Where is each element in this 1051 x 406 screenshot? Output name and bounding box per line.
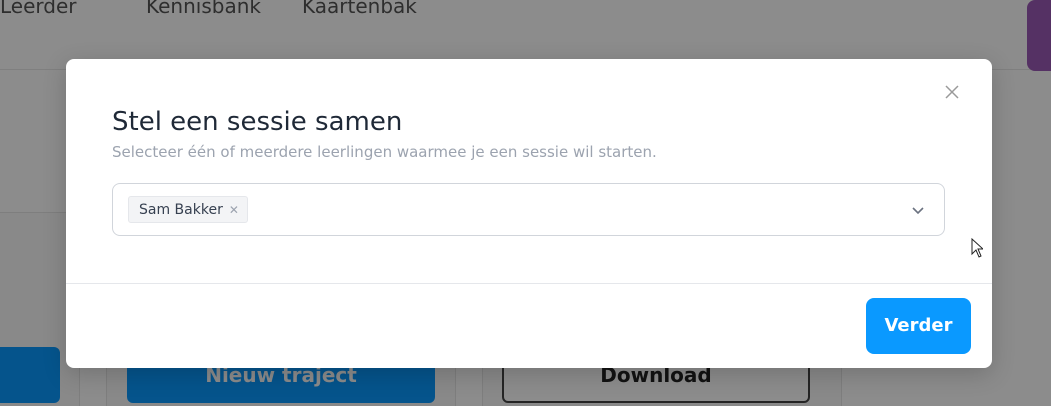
selected-student-label: Sam Bakker xyxy=(139,201,223,218)
selected-student-tag: Sam Bakker ✕ xyxy=(128,196,248,223)
remove-tag-icon[interactable]: ✕ xyxy=(229,203,239,217)
close-icon-svg xyxy=(945,85,959,99)
close-icon[interactable] xyxy=(942,84,962,104)
student-select[interactable]: Sam Bakker ✕ xyxy=(112,183,945,236)
modal-divider xyxy=(66,283,992,284)
continue-button[interactable]: Verder xyxy=(866,298,971,354)
chevron-down-icon[interactable] xyxy=(910,202,926,218)
mouse-cursor-icon xyxy=(971,238,983,258)
modal-title: Stel een sessie samen xyxy=(112,107,403,137)
modal-subtitle: Selecteer één of meerdere leerlingen waa… xyxy=(112,143,657,161)
session-modal: Stel een sessie samen Selecteer één of m… xyxy=(66,59,992,368)
